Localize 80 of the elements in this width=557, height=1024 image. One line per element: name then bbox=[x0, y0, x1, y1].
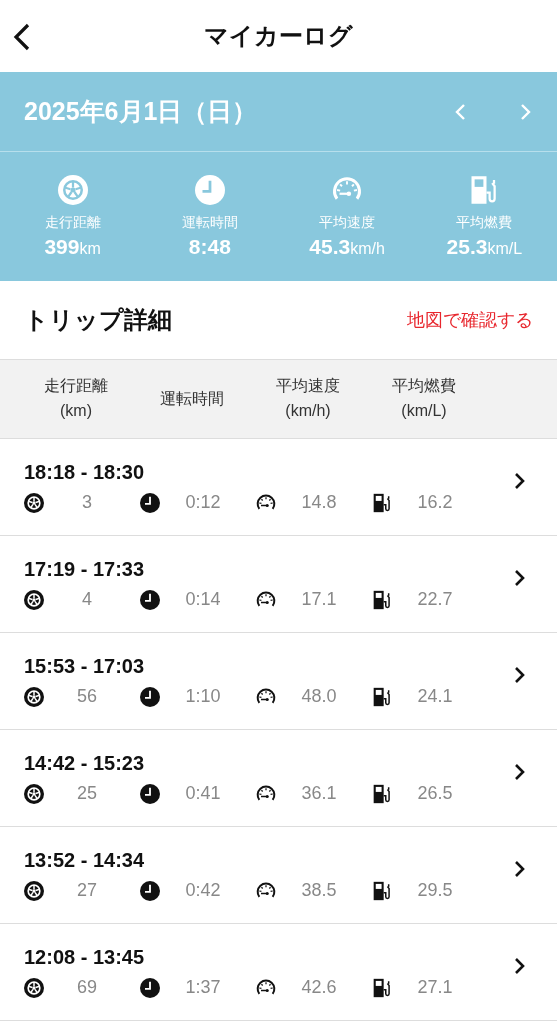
metric-value: 0:12 bbox=[184, 492, 222, 513]
metric-value: 0:42 bbox=[184, 880, 222, 901]
stat-label: 平均燃費 bbox=[456, 213, 513, 232]
wheel-icon bbox=[24, 492, 44, 513]
stat-label: 走行距離 bbox=[44, 213, 101, 232]
wheel-icon bbox=[24, 686, 44, 707]
metric-value: 24.1 bbox=[416, 686, 454, 707]
trip-row[interactable]: 15:53 - 17:03 56 1:10 48.0 24.1 bbox=[0, 633, 557, 730]
metric-value: 27.1 bbox=[416, 977, 454, 998]
date-label: 2025年6月1日（日） bbox=[24, 96, 258, 127]
metric-value: 0:14 bbox=[184, 589, 222, 610]
stat-value: 25.3km/L bbox=[446, 234, 523, 259]
section-title: トリップ詳細 bbox=[24, 305, 172, 335]
trip-row[interactable]: 18:18 - 18:30 3 0:12 14.8 16.2 bbox=[0, 439, 557, 536]
wheel-icon bbox=[24, 589, 44, 610]
trip-time-range: 13:52 - 14:34 bbox=[24, 849, 146, 872]
stat-label: 運転時間 bbox=[181, 213, 238, 232]
clock-icon bbox=[140, 880, 160, 901]
wheel-icon bbox=[24, 880, 44, 901]
metric-value: 48.0 bbox=[300, 686, 338, 707]
clock-icon bbox=[140, 977, 160, 998]
chevron-right-icon bbox=[513, 569, 525, 587]
metric-value: 22.7 bbox=[416, 589, 454, 610]
metric-value: 27 bbox=[76, 880, 98, 901]
chevron-right-icon bbox=[513, 860, 525, 878]
column-header: 平均速度 (km/h) bbox=[275, 376, 341, 421]
chevron-right-icon bbox=[513, 763, 525, 781]
metric-value: 0:41 bbox=[184, 783, 222, 804]
metric-value: 1:10 bbox=[184, 686, 222, 707]
map-link[interactable]: 地図で確認する bbox=[407, 308, 533, 332]
stat-value: 8:48 bbox=[188, 234, 231, 259]
fuel-pump-icon bbox=[372, 783, 392, 804]
clock-icon bbox=[194, 174, 225, 205]
chevron-right-icon bbox=[519, 102, 531, 121]
metric-value: 26.5 bbox=[416, 783, 454, 804]
stat-label: 平均速度 bbox=[319, 213, 376, 232]
metric-value: 69 bbox=[76, 977, 98, 998]
trip-row[interactable]: 13:52 - 14:34 27 0:42 38.5 29.5 bbox=[0, 827, 557, 924]
column-header: 走行距離 (km) bbox=[43, 376, 109, 421]
metric-value: 4 bbox=[81, 589, 93, 610]
fuel-pump-icon bbox=[372, 686, 392, 707]
clock-icon bbox=[140, 686, 160, 707]
metric-value: 14.8 bbox=[300, 492, 338, 513]
chevron-right-icon bbox=[513, 472, 525, 490]
metric-value: 38.5 bbox=[300, 880, 338, 901]
clock-icon bbox=[140, 783, 160, 804]
metric-value: 3 bbox=[81, 492, 93, 513]
metric-value: 16.2 bbox=[416, 492, 454, 513]
clock-icon bbox=[140, 492, 160, 513]
fuel-pump-icon bbox=[372, 977, 392, 998]
metric-value: 1:37 bbox=[184, 977, 222, 998]
trip-row[interactable]: 14:42 - 15:23 25 0:41 36.1 26.5 bbox=[0, 730, 557, 827]
trip-time-range: 17:19 - 17:33 bbox=[24, 558, 146, 581]
metric-value: 36.1 bbox=[300, 783, 338, 804]
stat-value: 399km bbox=[44, 234, 101, 259]
trip-time-range: 18:18 - 18:30 bbox=[24, 461, 146, 484]
metric-value: 17.1 bbox=[300, 589, 338, 610]
fuel-pump-icon bbox=[372, 880, 392, 901]
screen-title: マイカーログ bbox=[204, 21, 353, 51]
metric-value: 56 bbox=[76, 686, 98, 707]
wheel-icon bbox=[57, 174, 88, 205]
metric-value: 25 bbox=[76, 783, 98, 804]
trip-row[interactable]: 17:19 - 17:33 4 0:14 17.1 22.7 bbox=[0, 536, 557, 633]
wheel-icon bbox=[24, 783, 44, 804]
chevron-left-icon bbox=[455, 102, 467, 121]
clock-icon bbox=[140, 589, 160, 610]
chevron-right-icon bbox=[513, 666, 525, 684]
wheel-icon bbox=[24, 977, 44, 998]
column-header: 運転時間 bbox=[159, 388, 225, 409]
trip-time-range: 15:53 - 17:03 bbox=[24, 655, 146, 678]
fuel-pump-icon bbox=[372, 589, 392, 610]
trip-row[interactable]: 12:08 - 13:45 69 1:37 42.6 27.1 bbox=[0, 924, 557, 1021]
stat-value: 45.3km/h bbox=[309, 234, 385, 259]
column-header: 平均燃費 (km/L) bbox=[391, 376, 457, 421]
trip-time-range: 12:08 - 13:45 bbox=[24, 946, 146, 969]
metric-value: 29.5 bbox=[416, 880, 454, 901]
chevron-right-icon bbox=[513, 957, 525, 975]
fuel-pump-icon bbox=[372, 492, 392, 513]
trip-time-range: 14:42 - 15:23 bbox=[24, 752, 146, 775]
metric-value: 42.6 bbox=[300, 977, 338, 998]
